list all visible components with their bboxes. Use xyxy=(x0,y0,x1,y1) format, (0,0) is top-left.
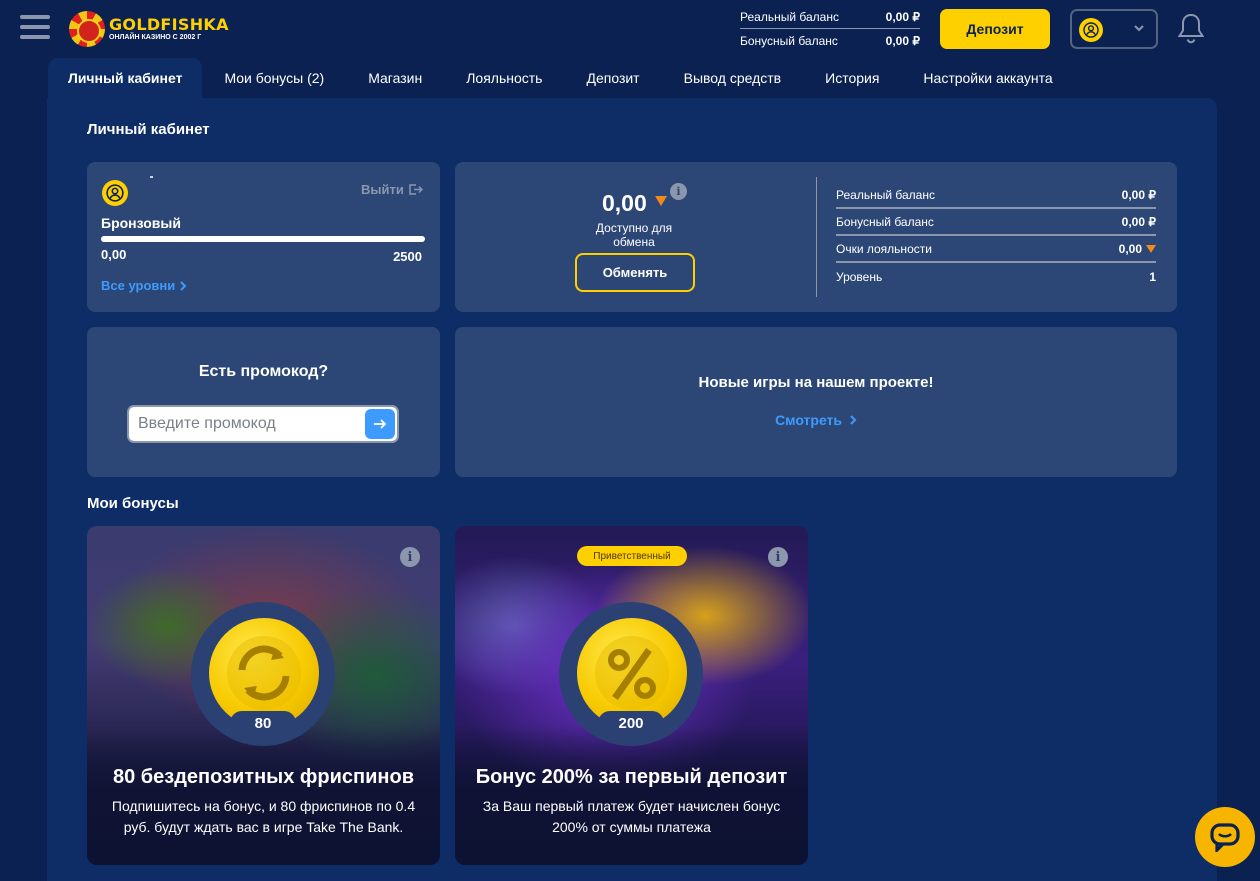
profile-menu-button[interactable] xyxy=(1070,9,1158,49)
all-levels-label: Все уровни xyxy=(101,278,176,293)
header-real-balance-label: Реальный баланс xyxy=(740,10,839,24)
page-title: Личный кабинет xyxy=(87,121,210,138)
deposit-button[interactable]: Депозит xyxy=(940,9,1050,49)
user-level-card: Выйти Бронзовый 0,00 2500 Все уровни xyxy=(87,162,440,312)
bonus-percent-badge: 200 xyxy=(598,711,664,735)
exchange-button[interactable]: Обменять xyxy=(575,253,695,292)
stats-row: Реальный баланс 0,00 ₽ xyxy=(836,182,1156,209)
support-chat-button[interactable] xyxy=(1195,807,1255,867)
stats-row: Очки лояльности 0,00 xyxy=(836,236,1156,263)
new-games-link[interactable]: Смотреть xyxy=(455,412,1177,428)
stats-value: 0,00 ₽ xyxy=(1121,187,1156,202)
stats-label: Реальный баланс xyxy=(836,187,935,202)
welcome-tag: Приветственный xyxy=(577,546,687,566)
stats-value: 0,00 xyxy=(1118,241,1142,256)
bonus-title: 80 бездепозитных фриспинов xyxy=(112,766,415,788)
tab-account-settings[interactable]: Настройки аккаунта xyxy=(901,58,1074,98)
stats-value: 1 xyxy=(1149,269,1156,284)
header-bonus-balance: Бонусный баланс 0,00 ₽ xyxy=(740,29,920,52)
exchange-value: 0,00 xyxy=(602,190,647,216)
chevron-right-icon xyxy=(180,280,187,291)
promo-code-card: Есть промокод? xyxy=(87,327,440,477)
bonus-card[interactable]: i 80 80 бездепозитных фриспинов Подпишит… xyxy=(87,526,440,865)
tab-personal-cabinet[interactable]: Личный кабинет xyxy=(48,58,203,98)
user-icon xyxy=(1079,18,1103,42)
promo-title: Есть промокод? xyxy=(198,363,329,380)
username-placeholder xyxy=(150,176,153,178)
tab-loyalty[interactable]: Лояльность xyxy=(444,58,564,98)
bonus-card[interactable]: Приветственный i 200 Бонус 200% за первы… xyxy=(455,526,808,865)
level-progress-bar xyxy=(101,236,425,242)
info-icon[interactable]: i xyxy=(670,183,687,200)
stats-label: Уровень xyxy=(836,269,883,284)
stats-label: Очки лояльности xyxy=(836,241,932,256)
header-real-balance-value: 0,00 ₽ xyxy=(885,10,920,24)
logo-chip-icon xyxy=(69,11,105,47)
all-levels-link[interactable]: Все уровни xyxy=(101,278,187,293)
balance-exchange-card: 0,00 i Доступно для обмена Обменять Реал… xyxy=(455,162,1177,312)
tab-history[interactable]: История xyxy=(803,58,901,98)
stats-loyalty-value: 0,00 xyxy=(1119,242,1156,256)
promo-field xyxy=(127,405,399,443)
bonus-description: За Ваш первый платеж будет начислен бону… xyxy=(482,798,781,835)
bonus-title: Бонус 200% за первый депозит xyxy=(475,766,788,788)
logout-icon xyxy=(409,184,423,195)
stats-row: Бонусный баланс 0,00 ₽ xyxy=(836,209,1156,236)
stats-label: Бонусный баланс xyxy=(836,214,934,229)
logout-button[interactable]: Выйти xyxy=(361,182,423,197)
level-name: Бронзовый xyxy=(101,215,181,231)
account-tabs: Личный кабинет Мои бонусы (2) Магазин Ло… xyxy=(48,58,1075,98)
chat-icon xyxy=(1210,823,1240,852)
chevron-down-icon xyxy=(1134,25,1144,32)
loyalty-triangle-icon xyxy=(655,196,667,206)
loyalty-triangle-icon xyxy=(1146,244,1156,253)
new-games-card: Новые игры на нашем проекте! Смотреть xyxy=(455,327,1177,477)
logo[interactable]: GOLDFISHKA ОНЛАЙН КАЗИНО С 2002 Г xyxy=(69,11,228,47)
tab-my-bonuses[interactable]: Мои бонусы (2) xyxy=(202,58,346,98)
vertical-divider xyxy=(816,177,817,297)
logo-name: GOLDFISHKA xyxy=(109,15,229,34)
header-bonus-balance-label: Бонусный баланс xyxy=(740,33,838,48)
exchange-available-label: Доступно для обмена xyxy=(595,221,673,249)
tab-deposit[interactable]: Депозит xyxy=(564,58,661,98)
tab-shop[interactable]: Магазин xyxy=(346,58,444,98)
level-target-points: 2500 xyxy=(393,249,422,264)
menu-burger-icon[interactable] xyxy=(20,15,50,43)
header-balance: Реальный баланс 0,00 ₽ Бонусный баланс 0… xyxy=(740,6,920,52)
header-real-balance: Реальный баланс 0,00 ₽ xyxy=(740,6,920,29)
chevron-right-icon xyxy=(850,415,857,425)
bell-icon[interactable] xyxy=(1176,12,1206,46)
bonus-description: Подпишитесь на бонус, и 80 фриспинов по … xyxy=(111,798,416,835)
stats-value: 0,00 ₽ xyxy=(1121,214,1156,229)
info-icon[interactable]: i xyxy=(768,547,788,567)
promo-code-input[interactable] xyxy=(138,415,358,433)
my-bonuses-title: Мои бонусы xyxy=(87,495,179,512)
arrow-right-icon xyxy=(374,419,387,429)
new-games-link-label: Смотреть xyxy=(775,412,843,428)
header-bonus-balance-value: 0,00 ₽ xyxy=(885,33,920,48)
stats-row: Уровень 1 xyxy=(836,263,1156,290)
logo-subtitle: ОНЛАЙН КАЗИНО С 2002 Г xyxy=(109,34,202,41)
level-current-points: 0,00 xyxy=(101,247,127,262)
top-header: GOLDFISHKA ОНЛАЙН КАЗИНО С 2002 Г Реальн… xyxy=(0,0,1260,58)
user-avatar-icon xyxy=(102,180,128,206)
logout-label: Выйти xyxy=(361,182,404,197)
new-games-title: Новые игры на нашем проекте! xyxy=(698,374,934,391)
balance-stats-list: Реальный баланс 0,00 ₽ Бонусный баланс 0… xyxy=(836,182,1156,290)
promo-submit-button[interactable] xyxy=(365,409,395,439)
bonus-count-badge: 80 xyxy=(230,711,296,735)
tab-withdrawal[interactable]: Вывод средств xyxy=(662,58,804,98)
info-icon[interactable]: i xyxy=(400,547,420,567)
